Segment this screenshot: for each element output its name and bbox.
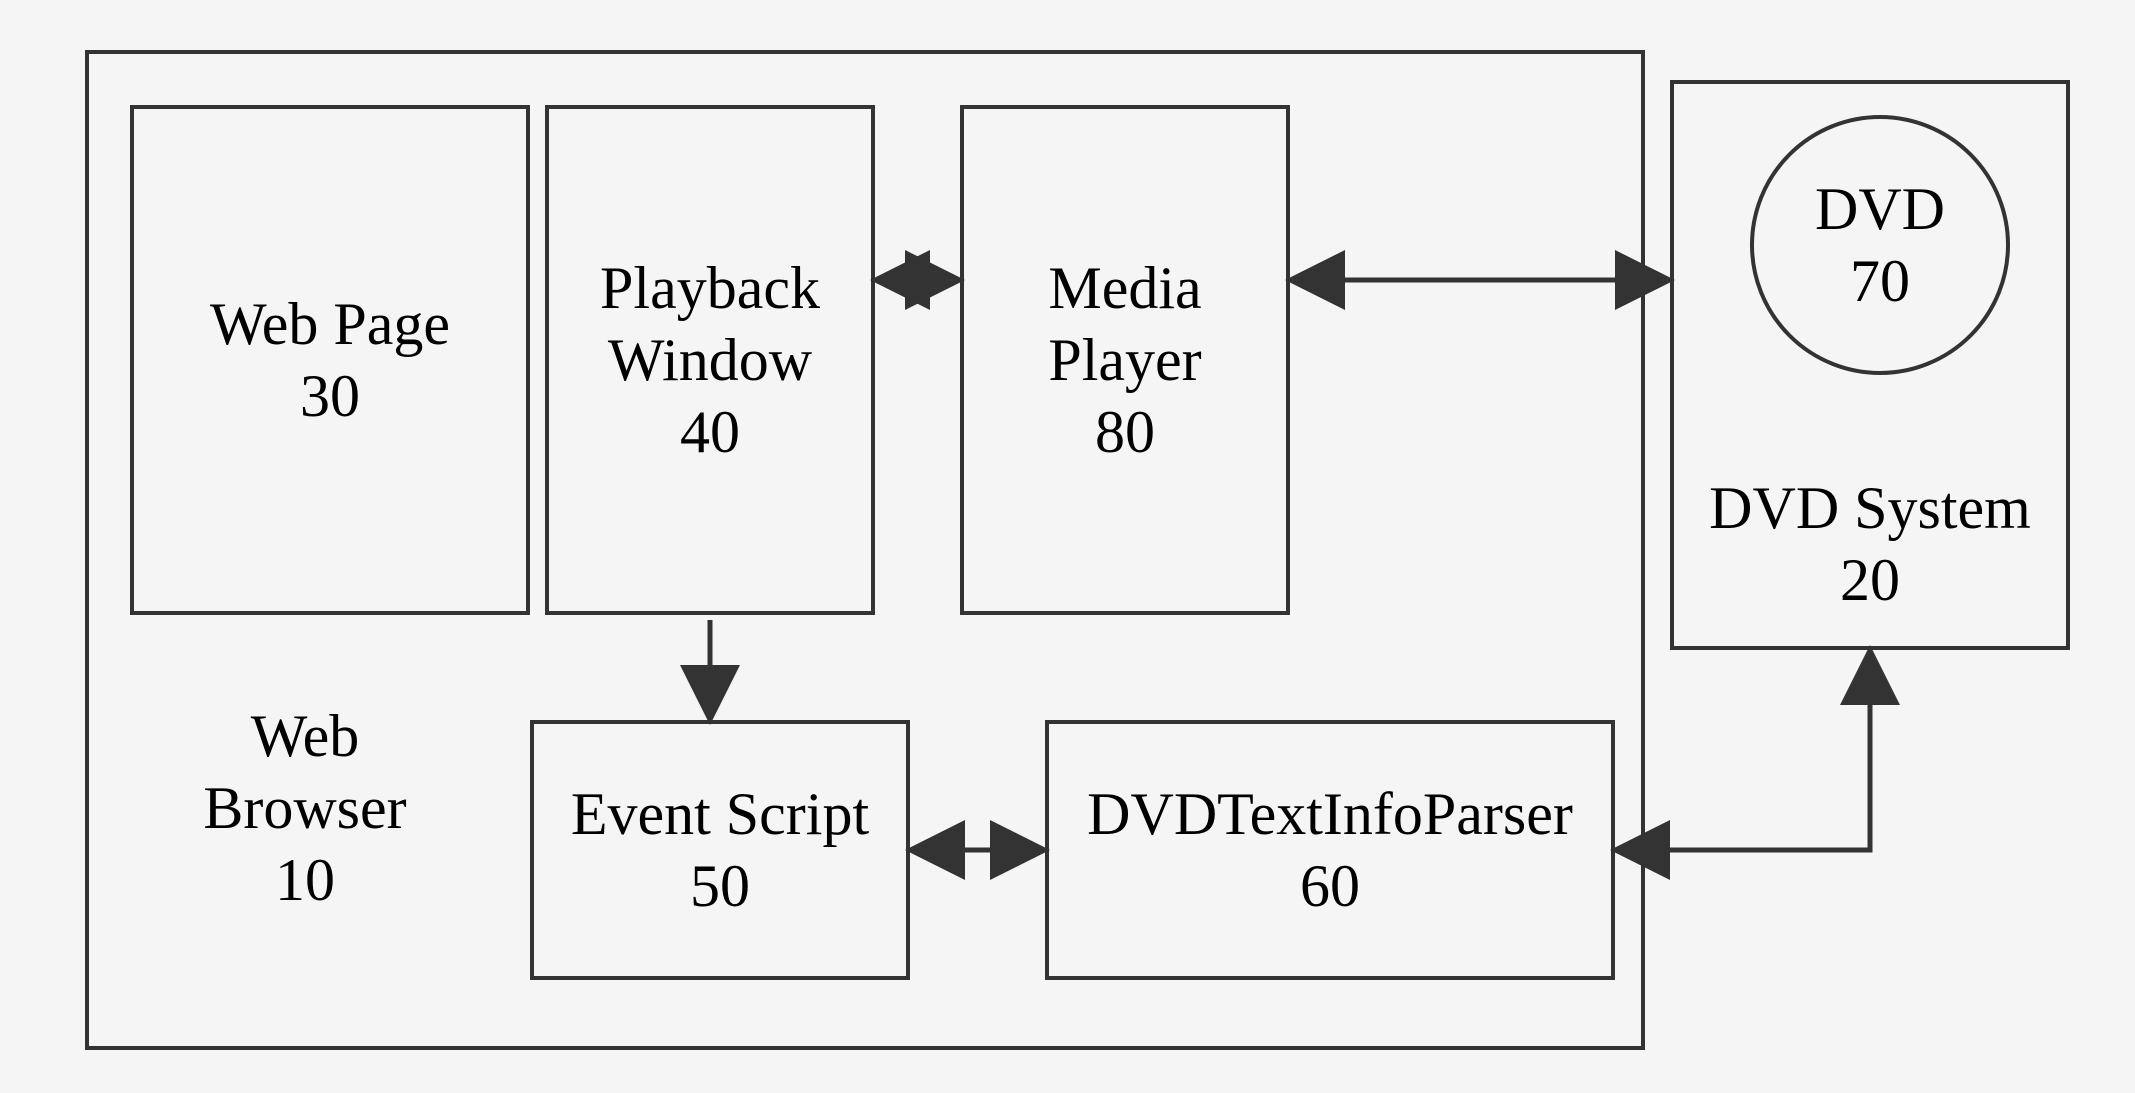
arrow-parser-dvdsystem [1620,655,1870,850]
diagram-canvas: Web Browser 10 Web Page 30 Playback Wind… [20,20,2115,1073]
arrows-svg [20,20,2115,1073]
